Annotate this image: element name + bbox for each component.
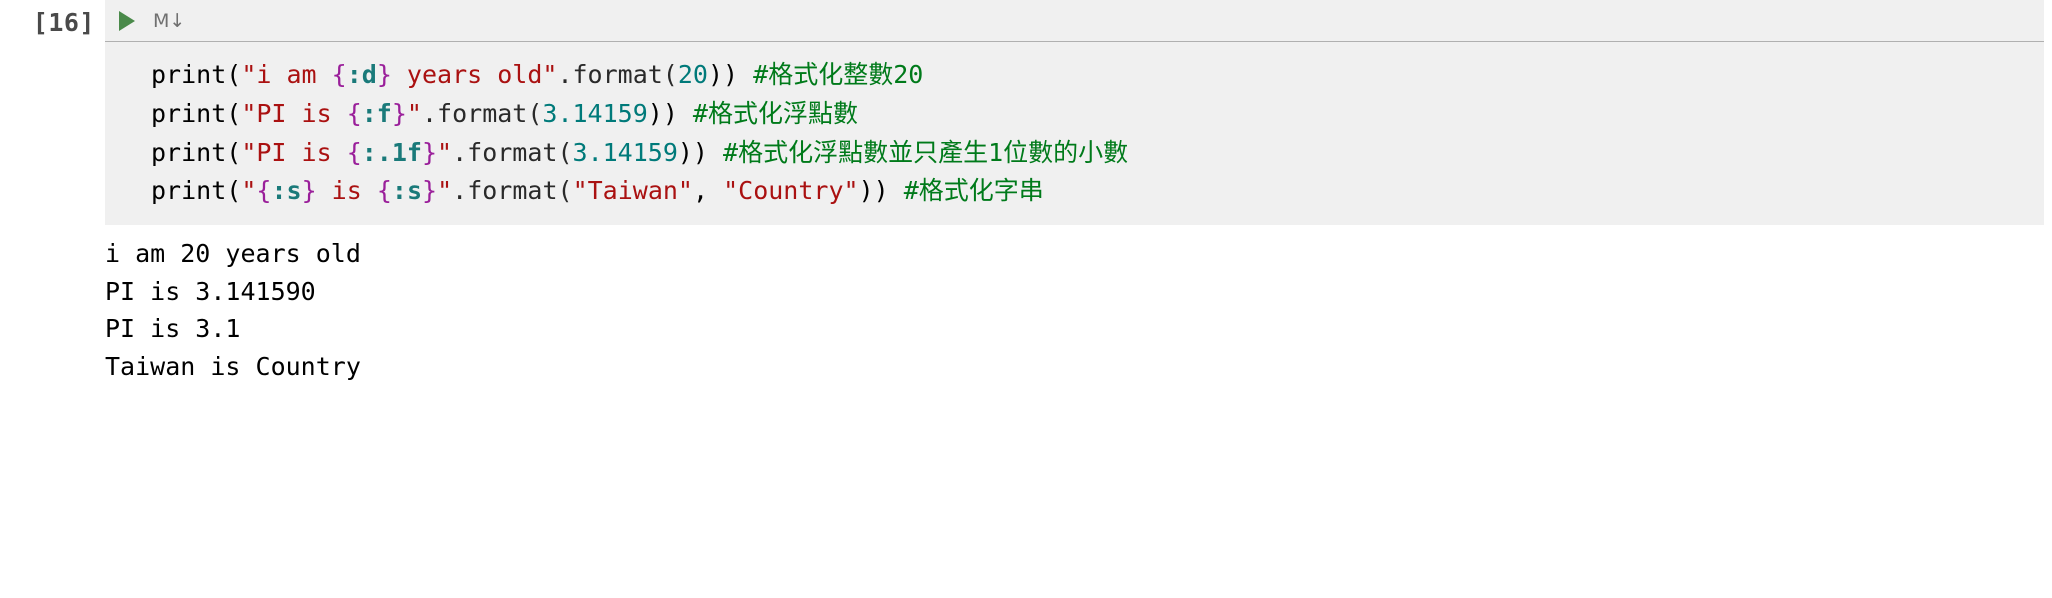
code-line-3: print("PI is {:.1f}".format(3.14159)) #格… [151, 134, 2026, 173]
output-line-1: i am 20 years old [105, 239, 361, 268]
output-line-3: PI is 3.1 [105, 314, 240, 343]
code-line-1: print("i am {:d} years old".format(20)) … [151, 56, 2026, 95]
run-icon[interactable] [119, 11, 135, 31]
output-line-4: Taiwan is Country [105, 352, 361, 381]
prompt-area: [16] [0, 0, 105, 395]
code-line-4: print("{:s} is {:s}".format("Taiwan", "C… [151, 172, 2026, 211]
execution-count: [16] [33, 8, 105, 37]
code-line-2: print("PI is {:f}".format(3.14159)) #格式化… [151, 95, 2026, 134]
cell-toolbar: M↓ [105, 0, 2044, 42]
notebook-cell: [16] M↓ print("i am {:d} years old".form… [0, 0, 2052, 395]
cell-main: M↓ print("i am {:d} years old".format(20… [105, 0, 2052, 395]
output-area: i am 20 years old PI is 3.141590 PI is 3… [105, 225, 2044, 395]
code-editor[interactable]: print("i am {:d} years old".format(20)) … [105, 42, 2044, 225]
output-line-2: PI is 3.141590 [105, 277, 316, 306]
markdown-toggle[interactable]: M↓ [153, 10, 185, 32]
